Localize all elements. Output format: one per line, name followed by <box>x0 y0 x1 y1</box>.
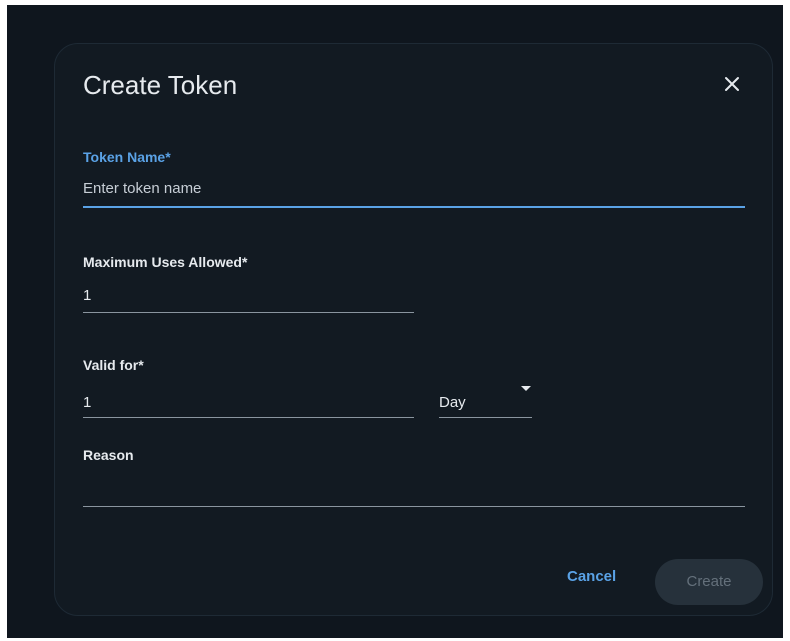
dialog-title: Create Token <box>83 70 238 100</box>
unit-select-underline <box>439 417 532 418</box>
token-name-input[interactable] <box>83 180 713 197</box>
valid-for-unit-select[interactable]: Day <box>439 382 532 420</box>
max-uses-underline <box>83 312 414 313</box>
create-button[interactable]: Create <box>655 559 763 605</box>
close-icon <box>725 77 739 91</box>
token-name-label: Token Name* <box>83 149 171 165</box>
max-uses-input[interactable]: 1 <box>83 287 91 304</box>
valid-for-label: Valid for* <box>83 357 144 373</box>
valid-for-underline <box>83 417 414 418</box>
valid-for-input[interactable]: 1 <box>83 394 91 411</box>
create-token-dialog: Create Token Token Name* Maximum Uses Al… <box>54 43 773 616</box>
reason-input[interactable] <box>83 480 713 497</box>
cancel-button[interactable]: Cancel <box>567 568 616 585</box>
unit-select-value: Day <box>439 394 466 411</box>
max-uses-label: Maximum Uses Allowed* <box>83 254 248 270</box>
reason-underline <box>83 506 745 507</box>
token-name-underline <box>83 206 745 208</box>
close-button[interactable] <box>721 73 743 95</box>
chevron-down-icon <box>521 386 531 391</box>
reason-label: Reason <box>83 447 134 463</box>
